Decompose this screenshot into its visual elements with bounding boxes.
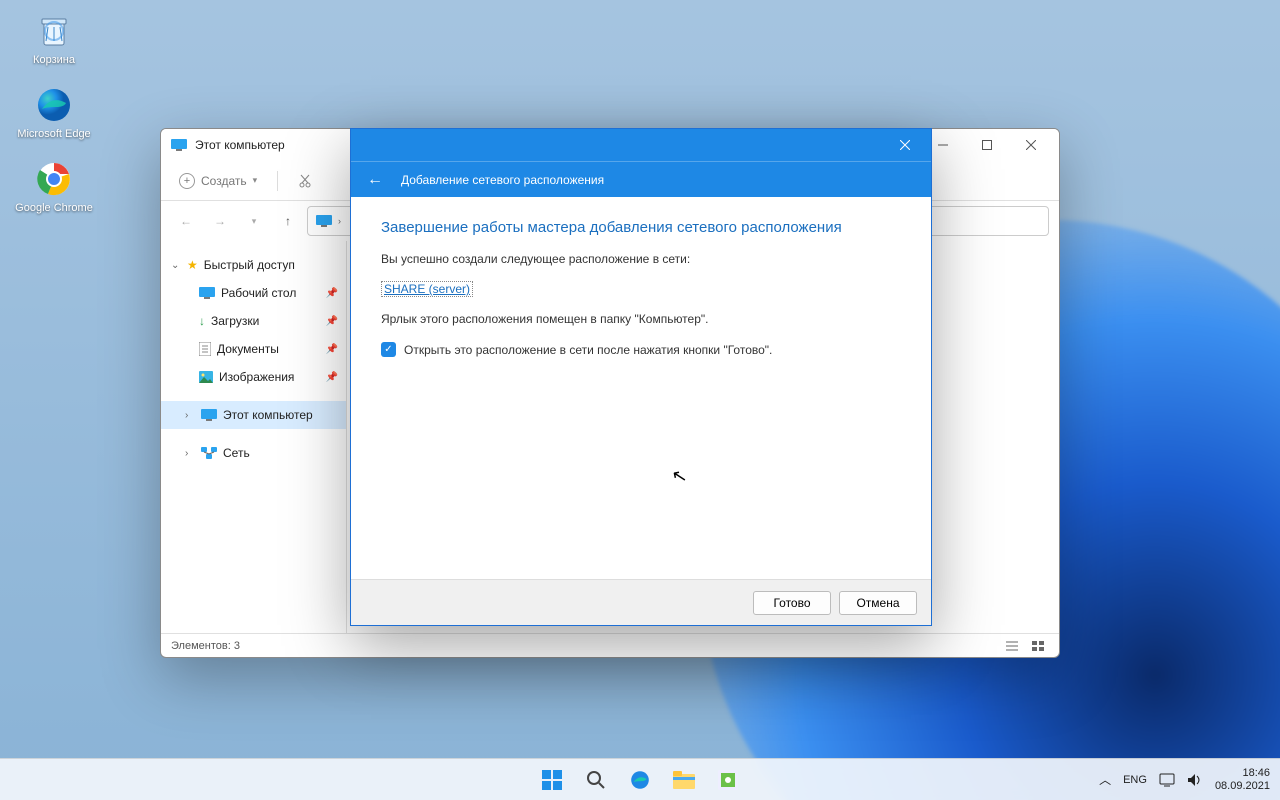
sidebar-item-label: Изображения: [219, 370, 294, 384]
taskbar-edge[interactable]: [622, 762, 658, 798]
pin-icon: 📌: [326, 344, 338, 355]
desktop-icon: [199, 287, 215, 299]
wizard-heading: Завершение работы мастера добавления сет…: [381, 219, 901, 236]
desktop-icon-recycle-bin[interactable]: Корзина: [12, 10, 96, 66]
finish-button[interactable]: Готово: [753, 591, 831, 615]
cancel-button[interactable]: Отмена: [839, 591, 917, 615]
start-button[interactable]: [534, 762, 570, 798]
chevron-right-icon: ›: [185, 448, 195, 459]
nav-back-button[interactable]: ←: [171, 206, 201, 236]
pin-icon: 📌: [326, 288, 338, 299]
chrome-icon: [33, 158, 75, 200]
sidebar-item-label: Сеть: [223, 446, 250, 460]
wizard-header-label: Добавление сетевого расположения: [401, 173, 604, 187]
network-icon: [201, 447, 217, 459]
add-network-location-wizard: ← Добавление сетевого расположения Завер…: [350, 128, 932, 626]
desktop-icon-label: Корзина: [33, 54, 75, 66]
network-tray-icon[interactable]: [1159, 773, 1175, 787]
tray-overflow-button[interactable]: ︿: [1099, 771, 1111, 788]
wizard-location-link[interactable]: SHARE (server): [381, 281, 473, 297]
sidebar-item-label: Документы: [217, 342, 279, 356]
pin-icon: 📌: [326, 316, 338, 327]
wizard-back-button[interactable]: ←: [367, 171, 383, 189]
desktop-icon-label: Microsoft Edge: [17, 128, 90, 140]
explorer-sidebar: ⌄ ★ Быстрый доступ Рабочий стол 📌 ↓ Загр…: [161, 241, 347, 633]
sidebar-item-network[interactable]: › Сеть: [161, 439, 346, 467]
pictures-icon: [199, 371, 213, 383]
sidebar-item-label: Быстрый доступ: [204, 258, 295, 272]
wizard-shortcut-text: Ярлык этого расположения помещен в папку…: [381, 312, 901, 326]
sidebar-item-label: Этот компьютер: [223, 408, 313, 422]
chevron-right-icon: ›: [338, 216, 341, 226]
cut-button[interactable]: [288, 166, 322, 196]
star-icon: ★: [187, 258, 198, 272]
system-tray: ︿ ENG 18:46 08.09.2021: [1099, 767, 1270, 792]
wizard-close-button[interactable]: [883, 131, 927, 159]
wizard-body: Завершение работы мастера добавления сет…: [351, 197, 931, 579]
taskbar-center: [534, 762, 746, 798]
search-button[interactable]: [578, 762, 614, 798]
chevron-right-icon: ›: [185, 410, 195, 421]
open-after-finish-checkbox[interactable]: ✓: [381, 342, 396, 357]
sidebar-item-pictures[interactable]: Изображения 📌: [161, 363, 346, 391]
documents-icon: [199, 342, 211, 356]
sidebar-item-quick-access[interactable]: ⌄ ★ Быстрый доступ: [161, 251, 346, 279]
clock-date: 08.09.2021: [1215, 780, 1270, 793]
taskbar: ︿ ENG 18:46 08.09.2021: [0, 758, 1280, 800]
explorer-title: Этот компьютер: [195, 138, 285, 152]
wizard-header: ← Добавление сетевого расположения: [351, 161, 931, 197]
view-tiles-button[interactable]: [1027, 636, 1049, 656]
nav-recent-button[interactable]: ▾: [239, 206, 269, 236]
pin-icon: 📌: [326, 372, 338, 383]
desktop-icon-edge[interactable]: Microsoft Edge: [12, 84, 96, 140]
clock-time: 18:46: [1215, 767, 1270, 780]
taskbar-explorer[interactable]: [666, 762, 702, 798]
sidebar-item-label: Рабочий стол: [221, 286, 296, 300]
maximize-button[interactable]: [965, 130, 1009, 160]
this-pc-icon: [201, 409, 217, 421]
sidebar-item-documents[interactable]: Документы 📌: [161, 335, 346, 363]
chevron-down-icon: ⌄: [171, 260, 181, 271]
nav-forward-button[interactable]: →: [205, 206, 235, 236]
plus-icon: +: [179, 173, 195, 189]
nav-up-button[interactable]: ↑: [273, 206, 303, 236]
desktop-icon-label: Google Chrome: [15, 202, 93, 214]
recycle-bin-icon: [33, 10, 75, 52]
volume-tray-icon[interactable]: [1187, 773, 1203, 787]
taskbar-app[interactable]: [710, 762, 746, 798]
desktop-icon-chrome[interactable]: Google Chrome: [12, 158, 96, 214]
this-pc-icon: [171, 139, 187, 151]
view-details-button[interactable]: [1001, 636, 1023, 656]
wizard-footer: Готово Отмена: [351, 579, 931, 625]
open-after-finish-label: Открыть это расположение в сети после на…: [404, 343, 772, 357]
explorer-status-bar: Элементов: 3: [161, 633, 1059, 657]
new-button-label: Создать: [201, 174, 247, 188]
wizard-success-text: Вы успешно создали следующее расположени…: [381, 252, 901, 266]
chevron-down-icon: ▾: [253, 175, 258, 186]
status-item-count: Элементов: 3: [171, 640, 240, 652]
desktop-icons: Корзина Microsoft Edge Google Chrome: [12, 10, 96, 232]
taskbar-clock[interactable]: 18:46 08.09.2021: [1215, 767, 1270, 792]
sidebar-item-this-pc[interactable]: › Этот компьютер: [161, 401, 346, 429]
sidebar-item-downloads[interactable]: ↓ Загрузки 📌: [161, 307, 346, 335]
close-button[interactable]: [1009, 130, 1053, 160]
edge-icon: [33, 84, 75, 126]
input-language[interactable]: ENG: [1123, 774, 1147, 786]
this-pc-icon: [316, 215, 332, 227]
sidebar-item-label: Загрузки: [211, 314, 259, 328]
sidebar-item-desktop[interactable]: Рабочий стол 📌: [161, 279, 346, 307]
wizard-titlebar[interactable]: [351, 129, 931, 161]
new-button[interactable]: + Создать ▾: [169, 169, 267, 193]
downloads-icon: ↓: [199, 314, 205, 328]
